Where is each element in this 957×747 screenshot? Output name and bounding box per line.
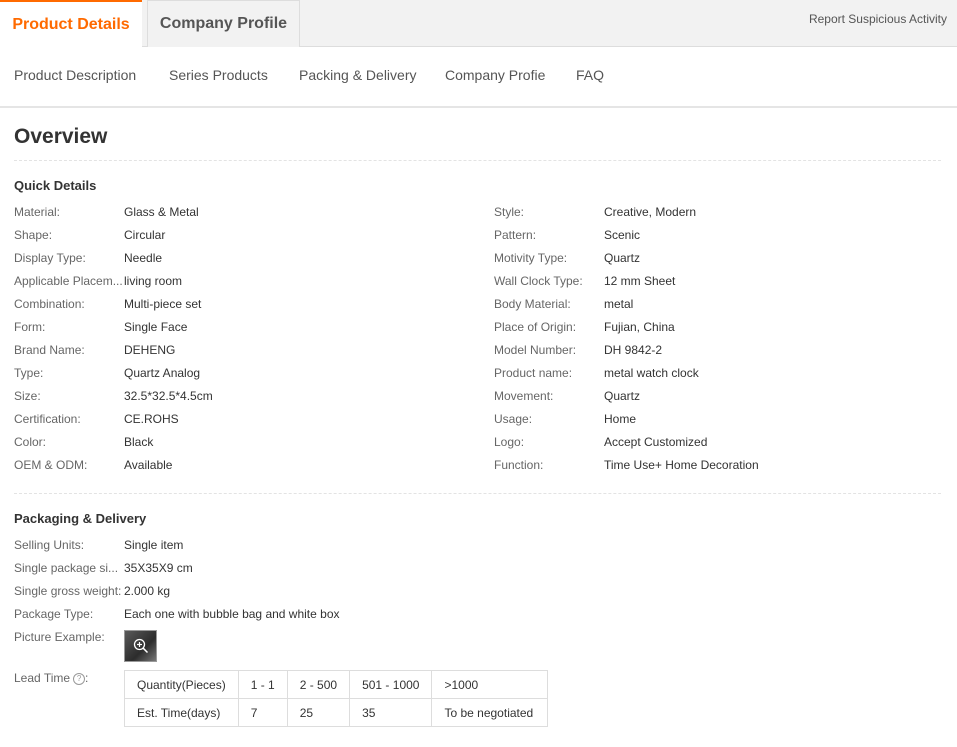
table-cell: 1 - 1 (237, 670, 288, 699)
detail-label: Style: (494, 205, 525, 219)
detail-value: DEHENG (124, 343, 176, 357)
lead-time-table: Quantity(Pieces) 1 - 1 2 - 500 501 - 100… (124, 670, 549, 727)
divider (14, 160, 941, 161)
detail-value: 2.000 kg (124, 584, 171, 598)
table-cell: To be negotiated (431, 698, 549, 727)
detail-value: metal (604, 297, 634, 311)
detail-value: 32.5*32.5*4.5cm (124, 389, 213, 403)
detail-label: Model Number: (494, 343, 577, 357)
detail-value: Needle (124, 251, 163, 265)
detail-label: Pattern: (494, 228, 537, 242)
detail-label: Picture Example: (14, 630, 105, 644)
detail-value: Fujian, China (604, 320, 675, 334)
table-cell: 25 (286, 698, 351, 727)
detail-label: Selling Units: (14, 538, 85, 552)
subnav-series-products[interactable]: Series Products (169, 67, 268, 83)
lead-time-label: Lead Time?: (14, 671, 89, 685)
detail-value: Circular (124, 228, 166, 242)
detail-label: Movement: (494, 389, 554, 403)
subnav-product-description[interactable]: Product Description (14, 67, 136, 83)
detail-value: CE.ROHS (124, 412, 179, 426)
table-row: Est. Time(days) 7 25 35 To be negotiated (124, 698, 549, 727)
detail-value: Time Use+ Home Decoration (604, 458, 759, 472)
detail-value: Home (604, 412, 637, 426)
detail-value: Quartz (604, 389, 641, 403)
detail-label: Wall Clock Type: (494, 274, 583, 288)
detail-value: Quartz (604, 251, 641, 265)
detail-label: Body Material: (494, 297, 571, 311)
sub-navigation: Product Description Series Products Pack… (0, 47, 957, 108)
detail-label: Motivity Type: (494, 251, 568, 265)
table-cell: Quantity(Pieces) (124, 670, 239, 699)
tab-company-profile[interactable]: Company Profile (147, 0, 300, 47)
lead-time-text: Lead Time (14, 671, 71, 685)
subnav-company-profile[interactable]: Company Profie (445, 67, 545, 83)
report-suspicious-link[interactable]: Report Suspicious Activity (809, 12, 947, 26)
detail-label: Color: (14, 435, 47, 449)
detail-value: Creative, Modern (604, 205, 697, 219)
detail-value: Glass & Metal (124, 205, 199, 219)
detail-label: Combination: (14, 297, 85, 311)
table-cell: 35 (349, 698, 433, 727)
detail-label: Single package si... (14, 561, 119, 575)
detail-value: DH 9842-2 (604, 343, 663, 357)
detail-label: Applicable Placem... (14, 274, 123, 288)
divider (14, 493, 941, 494)
detail-label: Logo: (494, 435, 525, 449)
packaging-title: Packaging & Delivery (14, 511, 147, 526)
table-cell: 2 - 500 (286, 670, 351, 699)
zoom-in-icon (133, 638, 148, 654)
detail-label: Usage: (494, 412, 533, 426)
detail-label: Form: (14, 320, 46, 334)
table-cell: Est. Time(days) (124, 698, 239, 727)
picture-example-thumbnail[interactable] (124, 630, 157, 662)
detail-value: Quartz Analog (124, 366, 201, 380)
table-cell: 7 (237, 698, 288, 727)
detail-label: Package Type: (14, 607, 94, 621)
detail-value: living room (124, 274, 183, 288)
detail-value: Single Face (124, 320, 188, 334)
detail-label: Certification: (14, 412, 81, 426)
detail-label: Brand Name: (14, 343, 85, 357)
tab-product-details[interactable]: Product Details (0, 0, 142, 48)
help-icon[interactable]: ? (73, 672, 86, 685)
detail-label: OEM & ODM: (14, 458, 88, 472)
detail-label: Product name: (494, 366, 573, 380)
detail-label: Material: (14, 205, 61, 219)
table-cell: 501 - 1000 (349, 670, 433, 699)
detail-label: Single gross weight: (14, 584, 122, 598)
detail-label: Display Type: (14, 251, 86, 265)
detail-value: metal watch clock (604, 366, 699, 380)
detail-value: Accept Customized (604, 435, 708, 449)
detail-value: Available (124, 458, 173, 472)
detail-value: Black (124, 435, 154, 449)
overview-title: Overview (14, 125, 108, 148)
detail-label: Type: (14, 366, 44, 380)
tab-bar: Product Details Company Profile Report S… (0, 0, 957, 48)
detail-value: 35X35X9 cm (124, 561, 193, 575)
detail-label: Size: (14, 389, 41, 403)
detail-value: Each one with bubble bag and white box (124, 607, 340, 621)
table-row: Quantity(Pieces) 1 - 1 2 - 500 501 - 100… (124, 670, 549, 699)
table-cell: >1000 (431, 670, 549, 699)
detail-value: Single item (124, 538, 184, 552)
subnav-faq[interactable]: FAQ (576, 67, 604, 83)
detail-value: 12 mm Sheet (604, 274, 676, 288)
detail-label: Place of Origin: (494, 320, 577, 334)
subnav-packing-delivery[interactable]: Packing & Delivery (299, 67, 417, 83)
detail-label: Shape: (14, 228, 53, 242)
quick-details-title: Quick Details (14, 178, 97, 193)
detail-value: Multi-piece set (124, 297, 202, 311)
detail-label: Function: (494, 458, 544, 472)
detail-value: Scenic (604, 228, 641, 242)
